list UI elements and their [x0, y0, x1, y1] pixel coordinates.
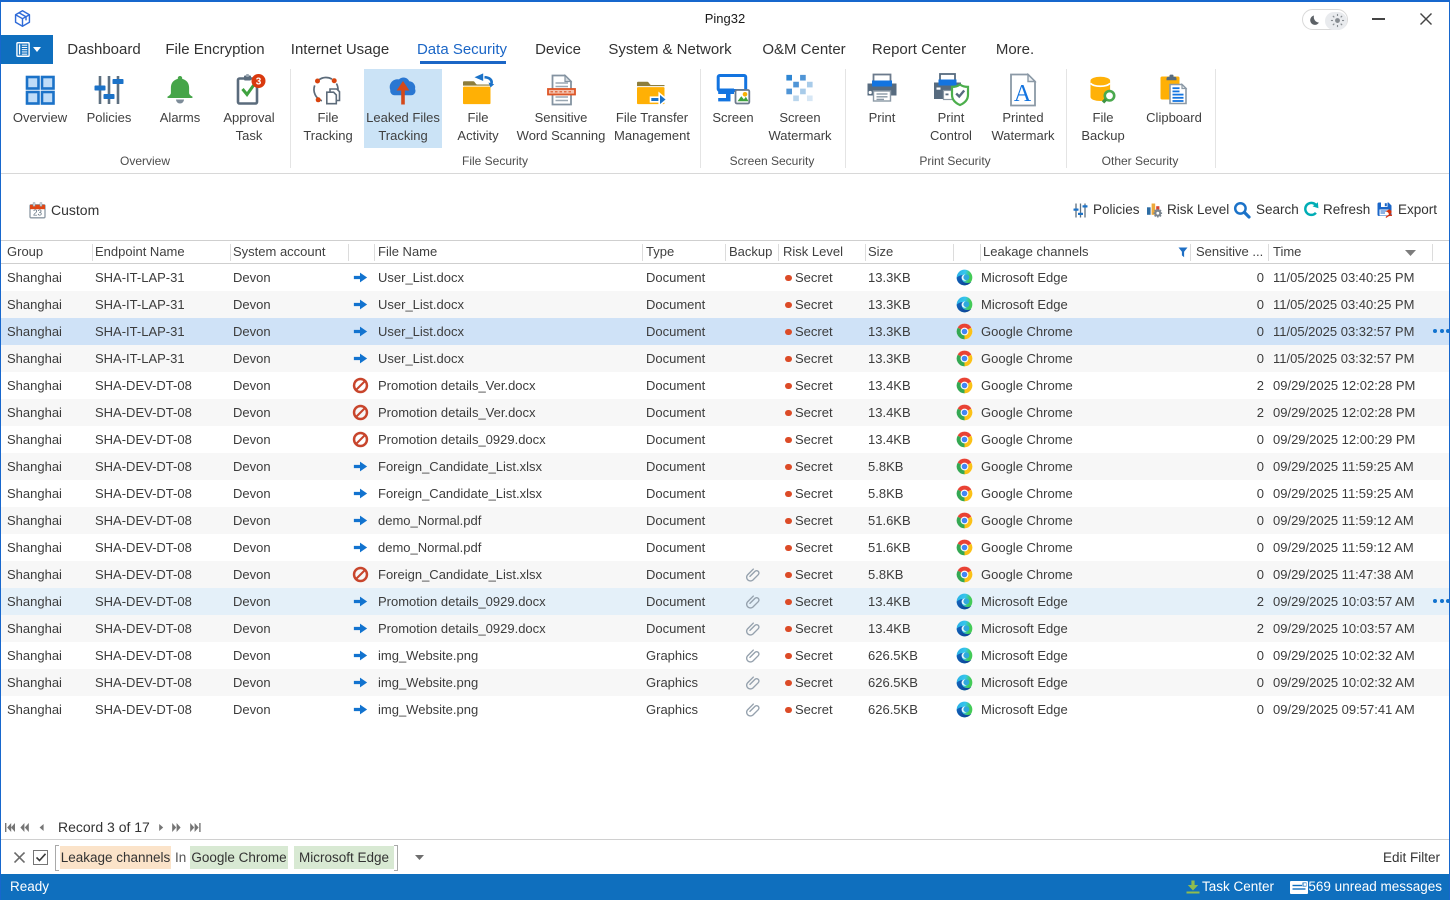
svg-text:A: A: [1014, 81, 1032, 107]
svg-text:3: 3: [256, 76, 262, 87]
svg-text:23: 23: [33, 209, 42, 218]
